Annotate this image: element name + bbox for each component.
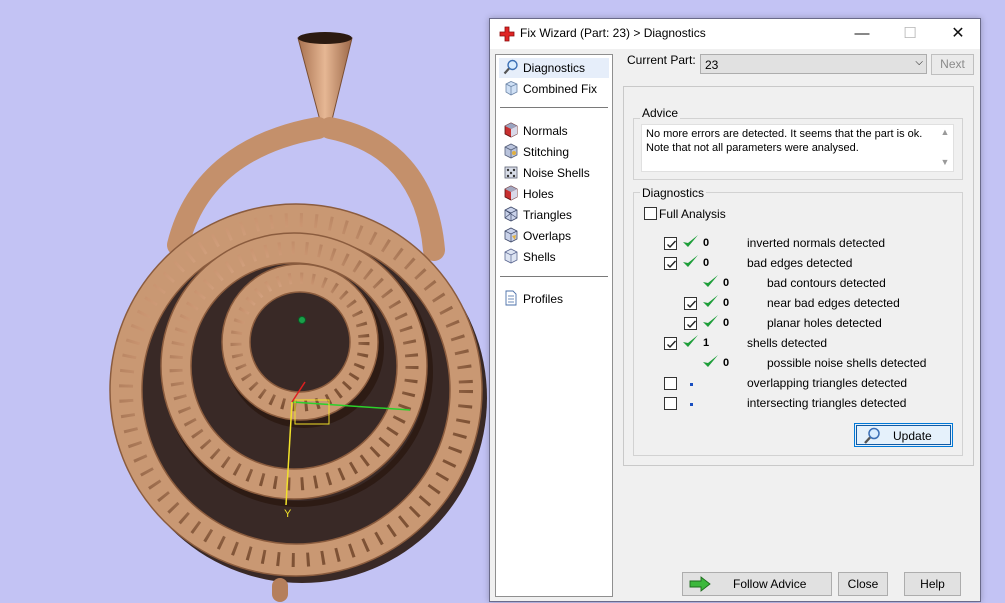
shells-checkbox[interactable] — [664, 337, 677, 350]
current-part-label: Current Part: — [627, 53, 696, 67]
cube-icon — [504, 248, 518, 264]
green-check-icon — [703, 315, 718, 327]
diagnostics-title: Diagnostics — [640, 186, 707, 200]
diag-label: inverted normals detected — [747, 236, 886, 250]
advice-text: No more errors are detected. It seems th… — [646, 127, 928, 155]
close-button[interactable]: Close — [838, 572, 888, 596]
nav-label: Holes — [523, 187, 554, 201]
count-value: 0 — [703, 257, 710, 269]
diag-label: near bad edges detected — [767, 296, 900, 310]
window-title: Fix Wizard (Part: 23) > Diagnostics — [520, 26, 706, 40]
count-value: 0 — [703, 237, 710, 249]
dice-icon — [504, 166, 518, 179]
red-cross-icon — [499, 26, 515, 42]
cube-icon — [504, 206, 518, 222]
diag-label: bad contours detected — [767, 276, 886, 290]
diag-label: possible noise shells detected — [767, 356, 927, 370]
title-bar[interactable]: Fix Wizard (Part: 23) > Diagnostics — ☐ … — [490, 19, 980, 49]
y-axis-label: Y — [284, 508, 292, 520]
nav-item-profiles[interactable]: Profiles — [499, 289, 609, 309]
current-part-select[interactable]: 23 ⌵ — [700, 54, 927, 74]
nav-label: Stitching — [523, 145, 570, 159]
full-analysis-label: Full Analysis — [659, 207, 726, 221]
help-button[interactable]: Help — [904, 572, 961, 596]
nav-item-holes[interactable]: Holes — [499, 184, 609, 204]
diag-label: intersecting triangles detected — [747, 396, 907, 410]
cube-icon — [504, 143, 518, 159]
pending-dot-icon — [690, 403, 693, 406]
magnifier-icon — [864, 427, 880, 444]
green-check-icon — [703, 355, 718, 367]
nav-item-normals[interactable]: Normals — [499, 121, 609, 141]
nav-label: Noise Shells — [523, 166, 590, 180]
green-check-icon — [703, 295, 718, 307]
cube-icon — [505, 81, 518, 96]
nav-label: Profiles — [523, 292, 564, 306]
minimize-button[interactable]: — — [840, 19, 884, 49]
cube-icon — [504, 185, 518, 201]
maximize-button[interactable]: ☐ — [888, 19, 932, 49]
advice-line: Note that not all parameters were analys… — [646, 142, 859, 154]
nav-label: Diagnostics — [523, 61, 586, 75]
near-bad-edges-checkbox[interactable] — [684, 297, 697, 310]
advice-line: No more errors are detected. It seems th… — [646, 128, 923, 140]
green-check-icon — [683, 335, 698, 347]
update-button[interactable]: Update — [854, 423, 953, 447]
count-value: 0 — [723, 357, 730, 369]
count-value: 0 — [723, 297, 730, 309]
follow-advice-button[interactable]: Follow Advice — [682, 572, 832, 596]
nav-item-combined-fix[interactable]: Combined Fix — [499, 79, 609, 99]
diag-label: planar holes detected — [767, 316, 882, 330]
nav-label: Overlaps — [523, 229, 572, 243]
scroll-up-icon[interactable]: ▲ — [939, 127, 951, 139]
wizard-nav: Diagnostics Combined Fix Normals Stitchi… — [495, 54, 613, 597]
diag-label: shells detected — [747, 336, 828, 350]
count-value: 0 — [723, 277, 730, 289]
fix-wizard-window: Fix Wizard (Part: 23) > Diagnostics — ☐ … — [489, 18, 981, 602]
bad-edges-checkbox[interactable] — [664, 257, 677, 270]
nav-item-stitching[interactable]: Stitching — [499, 142, 609, 162]
diag-label: overlapping triangles detected — [747, 376, 908, 390]
cube-icon — [504, 122, 518, 138]
green-arrow-icon — [689, 576, 711, 592]
nav-item-overlaps[interactable]: Overlaps — [499, 226, 609, 246]
full-analysis-checkbox[interactable] — [644, 207, 657, 220]
inverted-normals-checkbox[interactable] — [664, 237, 677, 250]
intersecting-triangles-checkbox[interactable] — [664, 397, 677, 410]
nav-label: Combined Fix — [523, 82, 598, 96]
advice-title: Advice — [640, 106, 681, 120]
nav-item-triangles[interactable]: Triangles — [499, 205, 609, 225]
planar-holes-checkbox[interactable] — [684, 317, 697, 330]
count-value: 1 — [703, 337, 710, 349]
pendant-model — [109, 32, 487, 602]
advice-textbox[interactable]: No more errors are detected. It seems th… — [641, 124, 954, 172]
cube-icon — [504, 227, 518, 243]
nav-item-noise-shells[interactable]: Noise Shells — [499, 163, 609, 183]
chevron-down-icon: ⌵ — [915, 57, 923, 68]
update-label: Update — [893, 429, 932, 443]
green-check-icon — [683, 255, 698, 267]
nav-label: Normals — [523, 124, 568, 138]
magnifier-icon — [503, 59, 518, 75]
green-check-icon — [683, 235, 698, 247]
close-window-button[interactable]: ✕ — [936, 19, 980, 49]
green-check-icon — [703, 275, 718, 287]
overlapping-triangles-checkbox[interactable] — [664, 377, 677, 390]
follow-advice-label: Follow Advice — [733, 577, 807, 591]
document-icon — [505, 290, 517, 306]
current-part-value: 23 — [705, 58, 719, 72]
nav-item-diagnostics[interactable]: Diagnostics — [499, 58, 609, 78]
diag-label: bad edges detected — [747, 256, 853, 270]
nav-label: Triangles — [523, 208, 572, 222]
count-value: 0 — [723, 317, 730, 329]
scroll-down-icon[interactable]: ▼ — [939, 157, 951, 169]
next-button[interactable]: Next — [931, 54, 974, 75]
nav-label: Shells — [523, 250, 556, 264]
nav-item-shells[interactable]: Shells — [499, 247, 609, 267]
pending-dot-icon — [690, 383, 693, 386]
